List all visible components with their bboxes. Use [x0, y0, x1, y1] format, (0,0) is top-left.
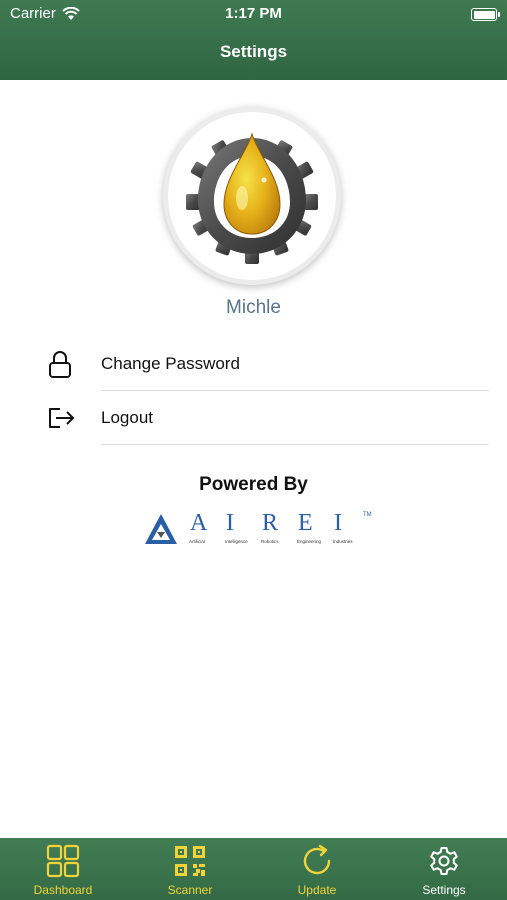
tab-dashboard-label: Dashboard: [33, 883, 93, 897]
grid-icon: [46, 844, 80, 878]
logout-row[interactable]: Logout: [0, 391, 507, 445]
airei-logo: AIREI TM Artificial Intelligence Robotics E…: [143, 510, 373, 550]
tab-update[interactable]: Update: [254, 838, 380, 900]
tab-settings[interactable]: Settings: [381, 838, 507, 900]
change-password-label: Change Password: [101, 354, 240, 373]
tab-scanner[interactable]: Scanner: [127, 838, 253, 900]
refresh-icon: [303, 844, 331, 875]
airei-letters: AIREI: [190, 510, 342, 536]
trademark: TM: [363, 512, 372, 518]
status-bar: Carrier 1:17 PM: [0, 5, 507, 25]
powered-by-text: Powered By: [199, 474, 308, 495]
gear-icon: [430, 847, 458, 875]
tab-scanner-label: Scanner: [167, 883, 213, 897]
logout-label: Logout: [101, 408, 153, 427]
airei-triangle-icon: [145, 514, 177, 544]
tab-dashboard[interactable]: Dashboard: [0, 838, 126, 900]
battery-icon: [471, 8, 500, 21]
oil-gear-logo-icon: [186, 132, 318, 264]
change-password-row[interactable]: Change Password: [0, 337, 507, 391]
divider: [101, 444, 489, 445]
top-bar: Carrier 1:17 PM Settings: [0, 0, 507, 80]
tab-settings-label: Settings: [422, 883, 466, 897]
status-time: 1:17 PM: [225, 5, 282, 22]
qr-code-icon: [175, 846, 205, 876]
tab-update-label: Update: [297, 883, 337, 897]
airei-tagline: Artificial Intelligence Robotics Engineerin…: [189, 539, 353, 544]
profile-name: Michle: [226, 297, 281, 318]
tab-bar: Dashboard Scanner Update Settings: [0, 838, 507, 900]
logout-icon: [49, 408, 74, 428]
page-title: Settings: [219, 42, 288, 61]
profile-avatar: [163, 107, 341, 285]
lock-icon: [49, 351, 71, 378]
